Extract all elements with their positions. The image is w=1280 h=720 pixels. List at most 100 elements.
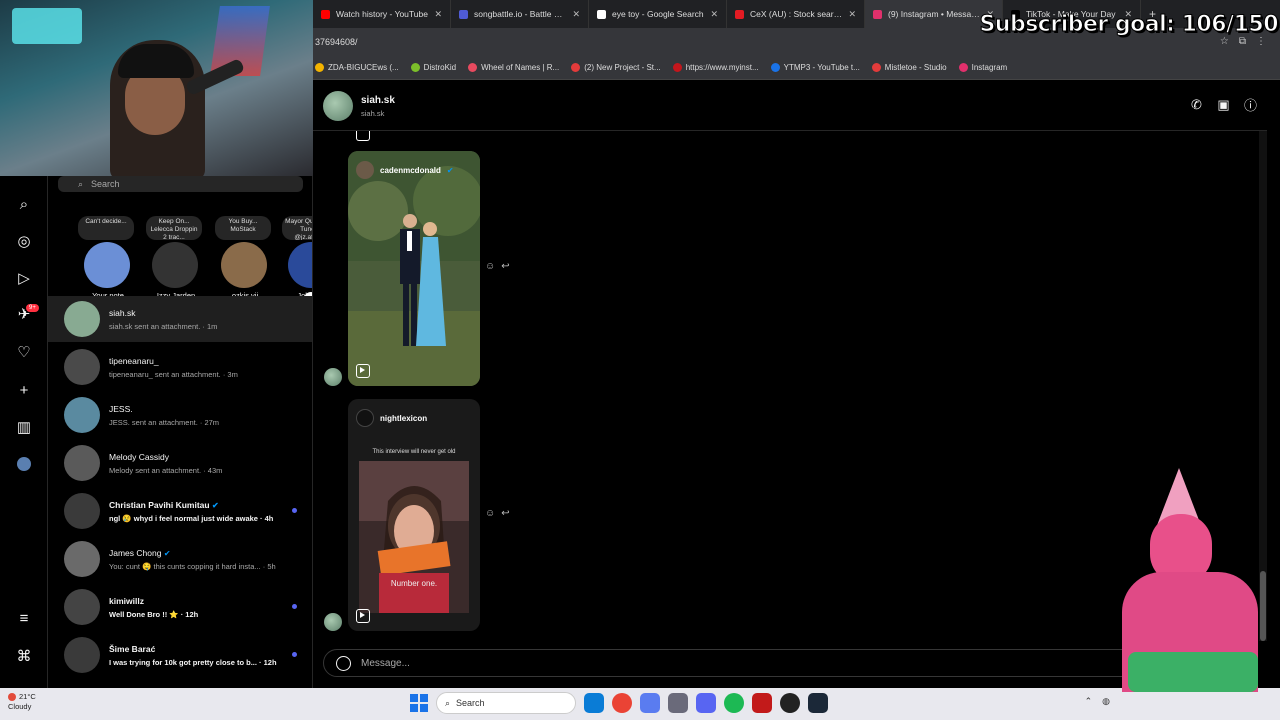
tab-favicon-icon bbox=[321, 9, 330, 19]
conversation-item[interactable]: Šime Barać I was trying for 10k got pret… bbox=[48, 632, 312, 678]
bookmark-label: Wheel of Names | R... bbox=[481, 62, 560, 72]
dashboard-icon[interactable]: ▥ bbox=[14, 417, 34, 437]
obs-app-icon[interactable] bbox=[780, 693, 800, 713]
tab-favicon-icon bbox=[459, 9, 468, 19]
note-bubble: Can't decide... bbox=[78, 216, 134, 240]
tab-label: eye toy - Google Search bbox=[612, 9, 704, 19]
tab-close-icon[interactable]: ✕ bbox=[572, 9, 580, 20]
steam-app-icon[interactable] bbox=[808, 693, 828, 713]
weather-widget[interactable]: 21°C Cloudy bbox=[8, 692, 36, 712]
taskbar-search[interactable]: ⌕ Search bbox=[436, 692, 576, 714]
shared-reel-post[interactable]: nightlexicon This interview will never g… bbox=[348, 399, 480, 631]
bookmark-star-icon[interactable]: ☆ bbox=[1220, 36, 1229, 47]
search-icon[interactable]: ⌕ bbox=[14, 194, 34, 214]
conversation-preview: siah.sk sent an attachment. · 1m bbox=[109, 321, 218, 331]
bookmark-item[interactable]: Instagram bbox=[958, 62, 1008, 72]
extensions-icon[interactable]: ⧉ bbox=[1239, 36, 1246, 47]
verified-badge-icon: ✔ bbox=[446, 165, 454, 175]
conversation-list: ⌕ Search Can't decide...Your noteKeep On… bbox=[48, 176, 313, 688]
bookmark-label: Instagram bbox=[971, 62, 1008, 72]
bookmark-label: DistroKid bbox=[423, 62, 457, 72]
conversation-avatar bbox=[64, 589, 100, 625]
conversation-item[interactable]: siah.sk siah.sk sent an attachment. · 1m bbox=[48, 296, 312, 342]
browser-tab[interactable]: CeX (AU) : Stock search ✕ bbox=[727, 0, 865, 28]
notifications-heart-icon[interactable]: ♡ bbox=[14, 342, 34, 362]
tab-close-icon[interactable]: ✕ bbox=[848, 9, 856, 20]
search-input[interactable]: ⌕ Search bbox=[58, 176, 303, 192]
bookmark-item[interactable]: DistroKid bbox=[410, 62, 457, 72]
post-author[interactable]: nightlexicon bbox=[380, 414, 427, 423]
reels-icon[interactable]: ▷ bbox=[14, 268, 34, 288]
menu-dots-icon[interactable]: ⋮ bbox=[1256, 36, 1266, 47]
conversation-name: James Chong bbox=[109, 547, 162, 558]
profile-avatar-icon[interactable] bbox=[14, 454, 34, 474]
info-icon[interactable]: ⓘ bbox=[1242, 96, 1259, 113]
nav-rail: ⌕ ◎ ▷ ✈ 9+ ♡ + ▥ ≡ ⌘ bbox=[0, 176, 48, 688]
conversation-preview: Well Done Bro !! ⭐ · 12h bbox=[109, 609, 199, 619]
sender-avatar bbox=[324, 613, 342, 631]
conversation-item[interactable]: Melody Cassidy Melody sent an attachment… bbox=[48, 440, 312, 486]
post-author[interactable]: cadenmcdonald bbox=[380, 166, 441, 175]
tray-chevron-icon[interactable]: ⌃ bbox=[1085, 696, 1093, 707]
tray-network-icon[interactable]: ◍ bbox=[1102, 696, 1110, 707]
explore-icon[interactable]: ◎ bbox=[14, 231, 34, 251]
bookmark-item[interactable]: (2) New Project - St... bbox=[571, 62, 661, 72]
start-button[interactable] bbox=[410, 694, 428, 712]
bookmark-item[interactable]: Wheel of Names | R... bbox=[468, 62, 560, 72]
search-icon: ⌕ bbox=[78, 178, 84, 189]
bookmark-label: https://www.myinst... bbox=[685, 62, 759, 72]
reel-subtitle: Number one. bbox=[390, 579, 438, 588]
conversation-avatar bbox=[64, 445, 100, 481]
conversation-item[interactable]: tipeneanaru_ tipeneanaru_ sent an attach… bbox=[48, 344, 312, 390]
tab-close-icon[interactable]: ✕ bbox=[434, 9, 442, 20]
more-menu-icon[interactable]: ≡ bbox=[14, 608, 34, 628]
create-plus-icon[interactable]: + bbox=[14, 380, 34, 400]
react-emoji-icon[interactable]: ☺ bbox=[485, 508, 495, 519]
url-text[interactable]: 37694608/ bbox=[315, 37, 358, 47]
bookmark-favicon-icon bbox=[468, 62, 478, 72]
browser-tab[interactable]: eye toy - Google Search ✕ bbox=[589, 0, 727, 28]
video-call-icon[interactable]: ▣ bbox=[1215, 96, 1232, 113]
reply-icon[interactable]: ↩ bbox=[501, 261, 509, 272]
bookmark-item[interactable]: Mistletoe - Studio bbox=[871, 62, 947, 72]
conversation-item[interactable]: JESS. JESS. sent an attachment. · 27m bbox=[48, 392, 312, 438]
chat-avatar[interactable] bbox=[323, 91, 353, 121]
note-avatar bbox=[288, 242, 312, 288]
spotify-app-icon[interactable] bbox=[724, 693, 744, 713]
conversation-item[interactable]: James Chong ✔ You: cunt 🤤 this cunts cop… bbox=[48, 536, 312, 582]
settings-app-icon[interactable] bbox=[668, 693, 688, 713]
browser-tab[interactable]: Watch history - YouTube ✕ bbox=[313, 0, 451, 28]
conversation-item[interactable]: Christian Pavihi Kumitau ✔ ngl 😢 whyd i … bbox=[48, 488, 312, 534]
reply-icon[interactable]: ↩ bbox=[501, 508, 509, 519]
conversation-name: kimiwillz bbox=[109, 595, 144, 606]
messages-badge: 9+ bbox=[26, 304, 39, 312]
adobe-app-icon[interactable] bbox=[752, 693, 772, 713]
webcam-overlay bbox=[0, 0, 313, 176]
verified-badge-icon: ✔ bbox=[211, 500, 219, 510]
bookmark-item[interactable]: https://www.myinst... bbox=[672, 62, 759, 72]
copilot-app-icon[interactable] bbox=[640, 693, 660, 713]
edge-app-icon[interactable] bbox=[584, 693, 604, 713]
discord-app-icon[interactable] bbox=[696, 693, 716, 713]
bookmark-label: ZDA-BIGUCEws (... bbox=[328, 62, 399, 72]
conversation-item[interactable]: kimiwillz Well Done Bro !! ⭐ · 12h bbox=[48, 584, 312, 630]
note-bubble: You Buy... MoStack bbox=[215, 216, 271, 240]
unread-dot bbox=[292, 652, 297, 657]
shared-reel-post[interactable]: cadenmcdonald ✔ bbox=[348, 151, 480, 386]
phone-call-icon[interactable]: ✆ bbox=[1188, 96, 1205, 113]
message-input[interactable] bbox=[361, 657, 1061, 669]
react-emoji-icon[interactable]: ☺ bbox=[485, 261, 495, 272]
meta-threads-icon[interactable]: ⌘ bbox=[14, 646, 34, 666]
tab-favicon-icon bbox=[873, 9, 882, 19]
post-author-avatar bbox=[356, 161, 374, 179]
browser-tab[interactable]: songbattle.io - Battle Son ✕ bbox=[451, 0, 589, 28]
unread-dot bbox=[292, 604, 297, 609]
emoji-picker-icon[interactable] bbox=[336, 655, 351, 671]
bookmark-item[interactable]: YTMP3 - YouTube t... bbox=[770, 62, 860, 72]
tab-close-icon[interactable]: ✕ bbox=[710, 9, 718, 20]
bookmark-item[interactable]: ZDA-BIGUCEws (... bbox=[315, 62, 399, 72]
chat-name[interactable]: siah.sk bbox=[361, 95, 395, 106]
bookmark-favicon-icon bbox=[571, 62, 581, 72]
chrome-app-icon[interactable] bbox=[612, 693, 632, 713]
note-bubble: Mayor Qu... Luny Tunes, @jz.afu0... bbox=[282, 216, 312, 240]
